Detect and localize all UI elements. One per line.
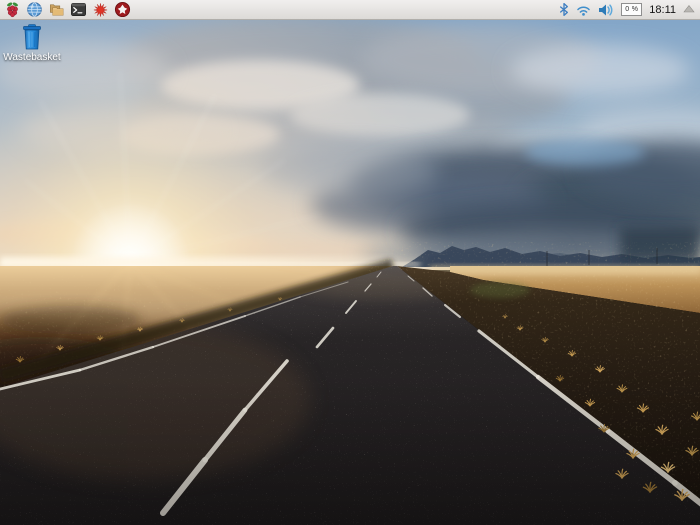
launcher-area	[0, 1, 131, 19]
terminal-button[interactable]	[69, 1, 87, 19]
wifi-button[interactable]	[576, 4, 591, 16]
menu-button[interactable]	[3, 1, 21, 19]
volume-button[interactable]	[598, 3, 614, 17]
desktop-wallpaper	[0, 0, 700, 525]
eject-button[interactable]	[683, 4, 695, 15]
bluetooth-button[interactable]	[559, 2, 569, 17]
web-browser-button[interactable]	[25, 1, 43, 19]
raspberry-pi-icon	[4, 1, 21, 18]
eject-icon	[683, 4, 695, 15]
desktop-icon-wastebasket[interactable]: Wastebasket	[4, 24, 60, 63]
wolfram-red-circle-icon	[114, 1, 131, 18]
wastebasket-icon	[19, 24, 45, 51]
taskbar: 0 % 18:11	[0, 0, 700, 20]
system-tray: 0 % 18:11	[559, 0, 700, 20]
file-manager-button[interactable]	[47, 1, 65, 19]
red-spikey-star-icon	[92, 1, 109, 18]
wolfram-button[interactable]	[113, 1, 131, 19]
folders-icon	[48, 1, 65, 18]
clock[interactable]: 18:11	[649, 0, 676, 20]
cpu-usage-value: 0 %	[625, 6, 638, 13]
globe-icon	[26, 1, 43, 18]
desktop-icon-label: Wastebasket	[3, 52, 60, 63]
mathematica-button[interactable]	[91, 1, 109, 19]
cpu-usage-monitor[interactable]: 0 %	[621, 3, 642, 16]
bluetooth-icon	[559, 2, 569, 17]
wifi-icon	[576, 4, 591, 16]
volume-icon	[598, 3, 614, 17]
terminal-icon	[70, 1, 87, 18]
